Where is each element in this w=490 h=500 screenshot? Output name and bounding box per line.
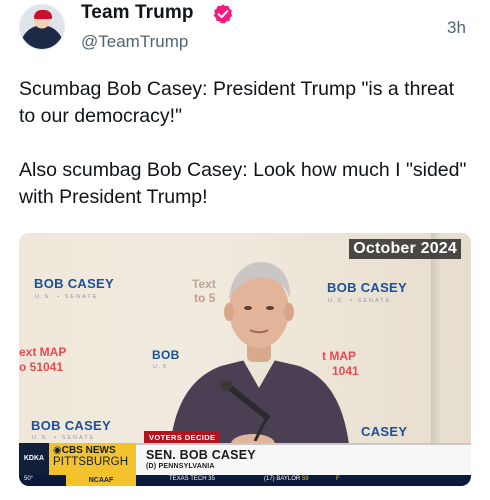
sign-number: o 51041 <box>19 360 64 374</box>
ticker-status: F <box>336 476 340 482</box>
handle[interactable]: @TeamTrump <box>81 32 188 52</box>
cap-icon <box>34 10 52 19</box>
ticker-temperature: 50° <box>24 476 34 482</box>
ticker-team-2-name: BAYLOR <box>276 476 301 482</box>
tweet-paragraph-1: Scumbag Bob Casey: President Trump "is a… <box>19 78 455 127</box>
speaker-affiliation: (D) PENNSYLVANIA <box>146 463 215 470</box>
score-ticker: 50° NCAAF TEXAS TECH 35 (17) BAYLOR 59 F <box>19 475 471 486</box>
ticker-category: NCAAF <box>66 475 136 486</box>
name-bar: SEN. BOB CASEY (D) PENNSYLVANIA <box>136 443 471 475</box>
ticker-team-1-score: 35 <box>208 476 215 482</box>
cbs-eye-icon: ◉ <box>53 445 62 456</box>
station-call-sign: KDKA <box>19 443 49 475</box>
ticker-team-2-rank: (17) <box>264 476 275 482</box>
speaker-name: SEN. BOB CASEY <box>146 448 256 462</box>
network-logo: ◉CBS NEWS <box>53 445 116 456</box>
segment-tag: VOTERS DECIDE <box>144 431 221 443</box>
verified-badge-icon <box>213 4 233 24</box>
date-overlay: October 2024 <box>349 239 461 259</box>
sign-bob-casey: BOB CASEY <box>34 276 114 291</box>
tweet-text: Scumbag Bob Casey: President Trump "is a… <box>19 76 469 211</box>
sign-text-map: ext MAP <box>19 345 67 359</box>
timestamp[interactable]: 3h <box>447 18 466 38</box>
post: Team Trump @TeamTrump 3h Scumbag Bob Cas… <box>0 0 490 500</box>
display-name[interactable]: Team Trump <box>81 2 194 24</box>
network-name: CBS NEWS <box>61 445 116 456</box>
avatar[interactable] <box>19 4 65 50</box>
ticker-team-2-score: 59 <box>301 476 309 482</box>
ticker-team-2: (17) BAYLOR 59 <box>264 476 309 482</box>
station-city: PITTSBURGH <box>53 456 129 468</box>
video-thumbnail[interactable]: BOB CASEY U.S. • SENATE Text to 5 BOB CA… <box>19 233 471 486</box>
sign-senate: U.S. • SENATE <box>35 294 99 300</box>
ticker-team-1-name: TEXAS TECH <box>169 476 207 482</box>
news-lower-third: VOTERS DECIDE KDKA ◉CBS NEWS PITTSBURGH … <box>19 431 471 486</box>
tweet-paragraph-2: Also scumbag Bob Casey: Look how much I … <box>19 159 467 208</box>
ticker-team-1: TEXAS TECH 35 <box>169 476 215 482</box>
